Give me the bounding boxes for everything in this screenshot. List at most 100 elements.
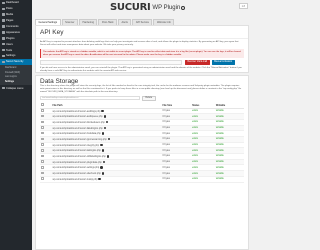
sidebar-item-label: Media: [6, 13, 14, 17]
row-checkbox[interactable]: [41, 143, 44, 146]
file-status-dot-icon: [103, 126, 107, 130]
file-status-dot-icon: [100, 166, 103, 169]
sidebar-item-label: Comments: [6, 25, 19, 28]
file-status-dot-icon: [106, 155, 110, 158]
recover-via-email-button[interactable]: Recover Via E-mail: [185, 60, 210, 65]
shield-icon: [2, 60, 5, 64]
manual-activation-button[interactable]: Manual Activation: [211, 60, 235, 65]
data-storage-path-input[interactable]: /var/www/html/wp-content/uploads/sucuri: [40, 96, 140, 101]
api-key-input[interactable]: [40, 60, 182, 65]
collapse-menu-label: Collapse menu: [6, 86, 24, 90]
api-key-description: An API key is required to prevent attack…: [40, 41, 239, 46]
tab-general-settings[interactable]: General Settings: [35, 19, 61, 25]
sidebar-submenu: Dashboard Firewall (WAF) Last Logins Settin…: [0, 64, 32, 86]
status-cell: exists: [191, 176, 215, 183]
collapse-icon: [2, 86, 5, 90]
pin-icon: [2, 7, 5, 11]
file-status-dot-icon: [101, 149, 105, 152]
file-status-dot-icon: [101, 132, 105, 135]
file-status-dot-icon: [103, 115, 107, 118]
file-status-dot-icon: [100, 143, 103, 147]
row-checkbox[interactable]: [41, 149, 44, 152]
file-status-dot-icon: [102, 160, 106, 164]
collapse-menu-button[interactable]: Collapse menu: [0, 85, 32, 91]
row-checkbox[interactable]: [41, 109, 44, 112]
admin-sidebar: Dashboard Posts Media Pages Comments Appearan…: [0, 0, 32, 250]
file-path: wp-content/uploads/sucuri/sucuri-blocked…: [52, 121, 105, 124]
api-key-card: API Key An API key is required to preven…: [35, 25, 249, 73]
file-path: wp-content/uploads/sucuri/sucuri-setting…: [52, 167, 100, 170]
sidebar-item-label: Posts: [6, 7, 13, 11]
sidebar-item-label: Tools: [6, 48, 13, 52]
sidebar-item-label: Pages: [6, 19, 14, 23]
row-checkbox[interactable]: [41, 126, 44, 129]
logo-text: SUCURI: [110, 2, 151, 13]
logo-subtext: WP Plugin: [152, 4, 181, 11]
sidebar-item-label: Dashboard: [6, 1, 19, 5]
table-row: wp-content/uploads/sucuri/sucuri-trustip…: [40, 176, 244, 183]
file-path: wp-content/uploads/sucuri/sucuri-lastlog…: [52, 150, 101, 153]
file-path: wp-content/uploads/sucuri/sucuri-ignores…: [52, 138, 107, 141]
submenu-item-label: Dashboard: [5, 67, 17, 70]
row-checkbox[interactable]: [41, 166, 44, 169]
delete-button[interactable]: Delete: [142, 96, 156, 101]
file-status-dot-icon: [107, 137, 111, 141]
row-checkbox[interactable]: [41, 154, 44, 158]
row-checkbox[interactable]: [41, 114, 44, 118]
dashboard-icon: [2, 1, 5, 5]
row-checkbox[interactable]: [41, 137, 44, 141]
media-icon: [2, 13, 5, 16]
sucuri-logo: SUCURI WP Plugin: [110, 2, 186, 13]
submenu-item-label: Firewall (WAF): [5, 71, 21, 74]
file-status-dot-icon: [98, 177, 101, 181]
main-content: SUCURI WP Plugin 1.8 General Settings Sca…: [32, 0, 250, 250]
sidebar-item-label: Settings: [6, 54, 16, 58]
file-path: wp-content/uploads/sucuri/sucuri-siteche…: [52, 172, 101, 175]
api-key-notice: The website: the API key is stored as a …: [40, 49, 244, 58]
sidebar-item-label: Sucuri Security: [6, 60, 24, 64]
submenu-item-label: Last Logins: [5, 76, 17, 79]
version-badge: 1.8: [238, 3, 248, 9]
select-all-checkbox[interactable]: [41, 103, 44, 106]
tools-icon: [2, 48, 5, 52]
tab-hardening[interactable]: Hardening: [78, 19, 98, 25]
writable-cell: writable: [214, 176, 244, 183]
plugin-icon: [2, 37, 5, 40]
api-key-title: API Key: [36, 26, 248, 39]
file-status-dot-icon: [101, 109, 104, 112]
tab-alerts[interactable]: Alerts: [118, 19, 132, 25]
row-checkbox[interactable]: [41, 177, 44, 180]
file-size-cell: 0 bytes: [161, 176, 192, 183]
file-path: wp-content/uploads/sucuri/sucuri-failedl…: [52, 127, 103, 130]
row-checkbox[interactable]: [41, 131, 44, 135]
file-path: wp-content/uploads/sucuri/sucuri-integri…: [52, 144, 100, 147]
settings-icon: [2, 54, 5, 58]
sidebar-item-label: Appearance: [6, 30, 20, 34]
users-icon: [2, 42, 5, 46]
file-status-dot-icon: [105, 120, 109, 124]
tab-website-info[interactable]: Website Info: [153, 19, 175, 25]
settings-tabs: General Settings Scanner Hardening Post-Hac…: [35, 19, 175, 25]
data-storage-description: This is the directory where the plugin w…: [40, 85, 242, 93]
data-storage-card: Data Storage This is the directory where…: [35, 75, 249, 250]
file-path: wp-content/uploads/sucuri/sucuri-oldfail…: [52, 155, 106, 158]
api-key-help: If you do not have access to the adminis…: [40, 66, 242, 72]
file-path: wp-content/uploads/sucuri/sucuri-auditqu…: [52, 116, 103, 119]
sidebar-item-label: Plugins: [6, 36, 15, 40]
tab-api-service[interactable]: API Service: [132, 19, 153, 25]
row-checkbox[interactable]: [41, 120, 44, 124]
brush-icon: [2, 31, 5, 34]
row-checkbox[interactable]: [41, 160, 44, 163]
file-path: wp-content/uploads/sucuri/sucuri-hookdat…: [52, 133, 101, 136]
file-path: wp-content/uploads/sucuri/sucuri-trustip…: [52, 178, 98, 181]
comments-icon: [2, 25, 5, 28]
submenu-item-settings[interactable]: Settings: [0, 80, 32, 85]
file-status-dot-icon: [101, 172, 105, 175]
file-path-cell: wp-content/uploads/sucuri/sucuri-trustip…: [51, 176, 162, 183]
data-storage-title: Data Storage: [40, 78, 79, 85]
data-storage-table: File Path File Size Status Writable wp-c…: [40, 102, 244, 183]
row-checkbox[interactable]: [41, 171, 44, 175]
pages-icon: [2, 19, 5, 22]
tab-post-hack[interactable]: Post-Hack: [98, 19, 118, 25]
tab-scanner[interactable]: Scanner: [61, 19, 78, 25]
